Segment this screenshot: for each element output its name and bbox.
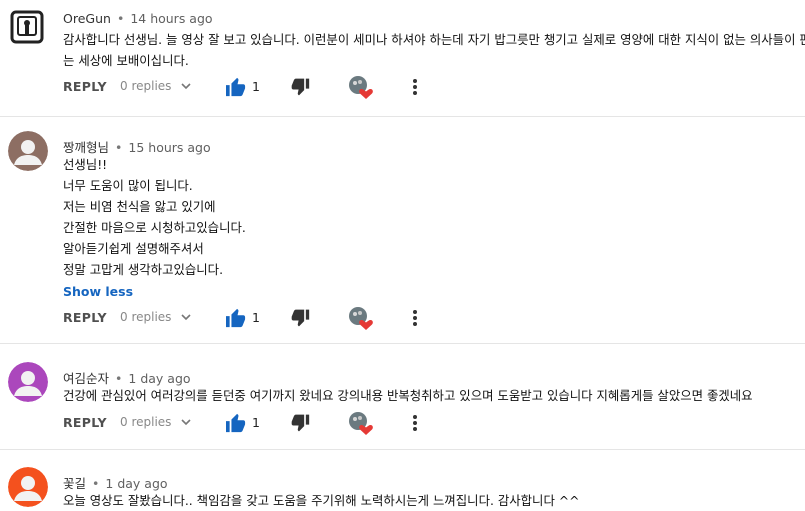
author-name[interactable]: 꽃길 [63,476,86,491]
timestamp[interactable]: 1 day ago [105,476,167,491]
creator-heart [348,75,374,101]
like-count: 1 [252,79,260,94]
separator: • [92,476,100,491]
comment-meta: OreGun • 14 hours ago [63,11,213,26]
comment-line: 오늘 영상도 잘봤습니다.. 책임감을 갖고 도움을 주기위해 노력하시는게 느… [63,493,580,508]
timestamp[interactable]: 14 hours ago [130,11,212,26]
replies-toggle[interactable]: 0 replies [120,415,171,429]
oregun-logo-icon [10,10,44,44]
comment-line: 선생님!! [63,157,108,172]
timestamp[interactable]: 15 hours ago [128,140,210,155]
divider [0,343,805,344]
author-name[interactable]: 여김순자 [63,371,109,386]
separator: • [116,11,125,26]
comment-text: 오늘 영상도 잘봤습니다.. 책임감을 갖고 도움을 주기위해 노력하시는게 느… [63,490,580,511]
reply-button[interactable]: REPLY [63,310,107,325]
thumbs-down-icon[interactable] [290,308,310,328]
avatar[interactable] [10,10,44,44]
comment-text: 선생님!! 너무 도움이 많이 됩니다. 저는 비염 천식을 앓고 있기에 간절… [63,154,246,280]
avatar[interactable] [8,362,48,402]
replies-toggle[interactable]: 0 replies [120,79,171,93]
comment-line: 정말 고맙게 생각하고있습니다. [63,262,224,277]
default-avatar-icon [8,467,48,507]
reply-button[interactable]: REPLY [63,415,107,430]
creator-heart-icon [349,307,373,330]
comment-line: 알아듣기쉽게 설명해주셔서 [63,241,204,256]
comment-text: 건강에 관심있어 여러강의를 듣던중 여기까지 왔네요 강의내용 반복청취하고 … [63,385,753,406]
default-avatar-icon [8,131,48,171]
thumbs-down-icon[interactable] [290,413,310,433]
more-options-icon[interactable] [408,308,422,328]
comment-line: 간절한 마음으로 시청하고있습니다. [63,220,246,235]
comment-actions: REPLY 0 replies 1 [0,411,805,435]
default-avatar-icon [8,362,48,402]
comment-line: 감사합니다 선생님. 늘 영상 잘 보고 있습니다. 이런분이 세미나 하셔야 … [63,32,805,47]
comment-actions: REPLY 0 replies 1 [0,306,805,330]
author-name[interactable]: OreGun [63,11,111,26]
author-name[interactable]: 짱깨형님 [63,140,109,155]
thumbs-up-icon[interactable] [225,308,247,328]
comment-text: 감사합니다 선생님. 늘 영상 잘 보고 있습니다. 이런분이 세미나 하셔야 … [63,29,805,71]
thumbs-down-icon[interactable] [290,77,310,97]
comment-actions: REPLY 0 replies 1 [0,75,805,99]
replies-toggle[interactable]: 0 replies [120,310,171,324]
comment-line: 는 세상에 보배이십니다. [63,53,189,68]
thumbs-up-icon[interactable] [225,77,247,97]
chevron-down-icon[interactable] [180,80,192,92]
separator: • [115,371,123,386]
like-count: 1 [252,310,260,325]
comment-line: 너무 도움이 많이 됩니다. [63,178,193,193]
more-options-icon[interactable] [408,77,422,97]
creator-heart [348,306,374,332]
chevron-down-icon[interactable] [180,311,192,323]
show-less-link[interactable]: Show less [63,284,133,299]
reply-button[interactable]: REPLY [63,79,107,94]
creator-heart-icon [349,412,373,435]
comment-line: 건강에 관심있어 여러강의를 듣던중 여기까지 왔네요 강의내용 반복청취하고 … [63,388,753,403]
chevron-down-icon[interactable] [180,416,192,428]
like-count: 1 [252,415,260,430]
separator: • [115,140,123,155]
divider [0,449,805,450]
comment-line: 저는 비염 천식을 앓고 있기에 [63,199,216,214]
creator-heart-icon [349,76,373,99]
creator-heart [348,411,374,437]
timestamp[interactable]: 1 day ago [128,371,190,386]
more-options-icon[interactable] [408,413,422,433]
thumbs-up-icon[interactable] [225,413,247,433]
divider [0,116,805,117]
avatar[interactable] [8,467,48,507]
avatar[interactable] [8,131,48,171]
